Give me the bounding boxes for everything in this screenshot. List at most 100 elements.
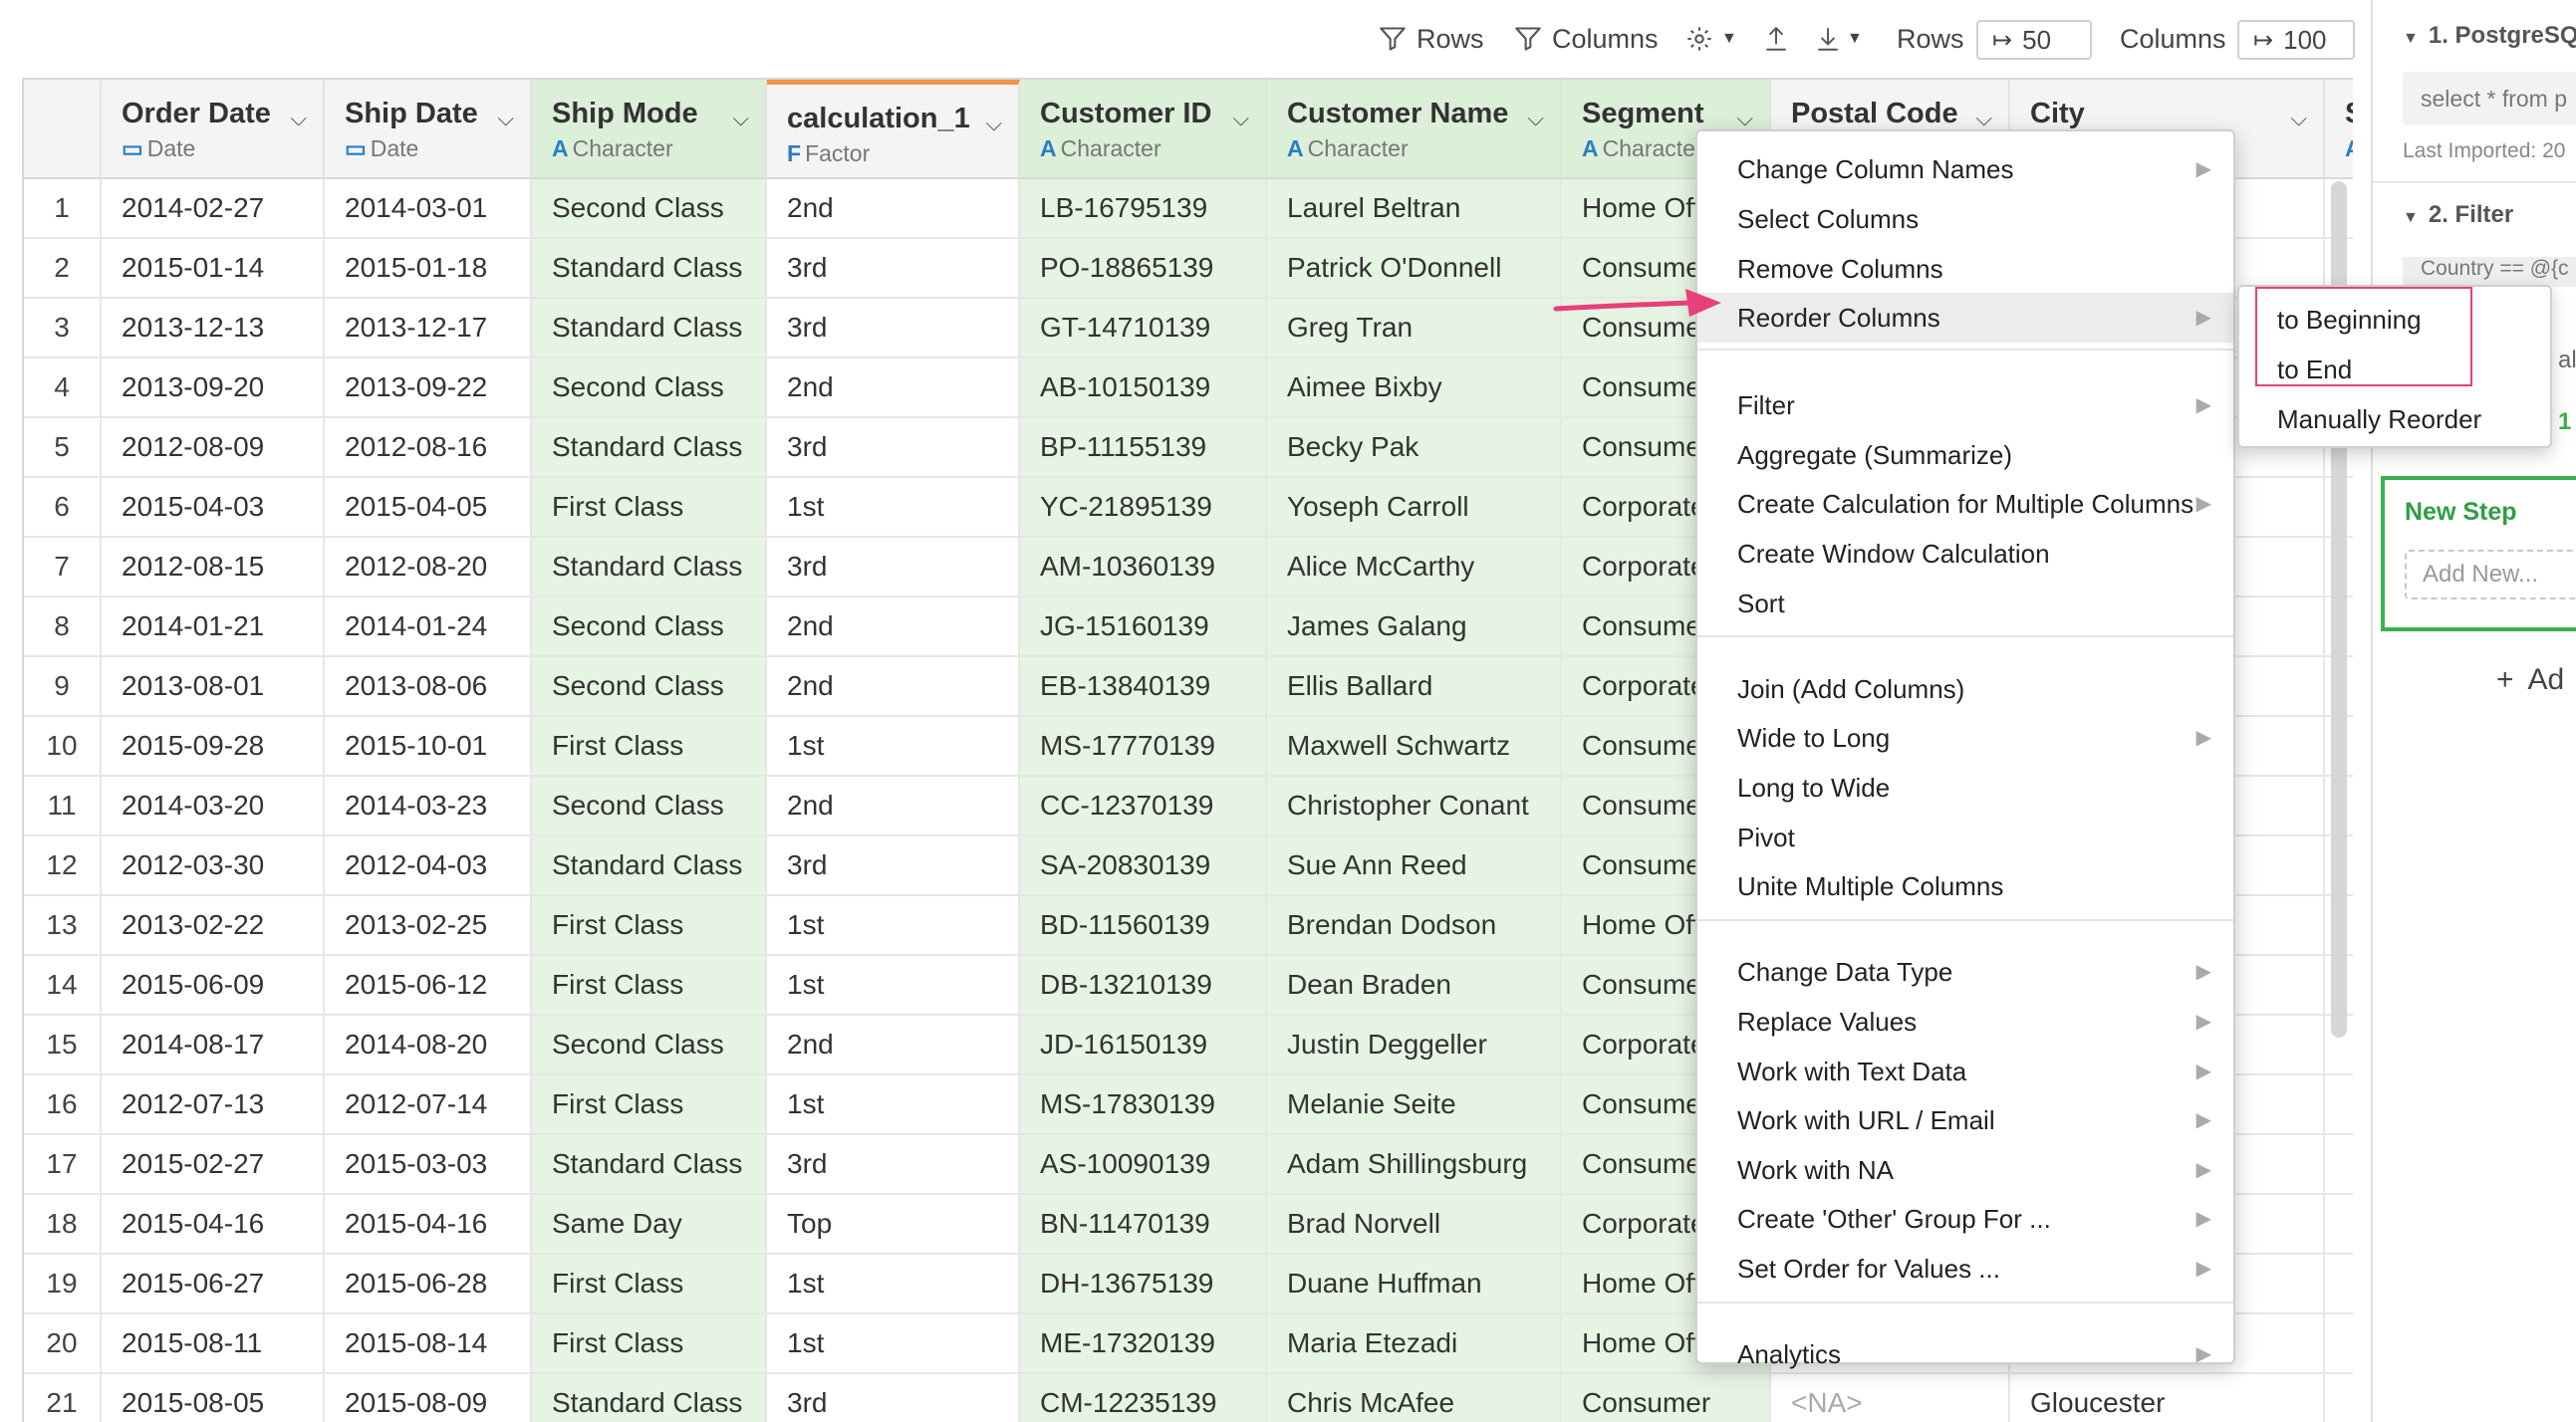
cell-ship-mode[interactable]: First Class xyxy=(532,1255,767,1314)
cell-calculation-1[interactable]: 2nd xyxy=(767,657,1020,717)
cell-customer-id[interactable]: JD-16150139 xyxy=(1020,1016,1267,1075)
add-step-button[interactable]: + Ad xyxy=(2496,663,2564,697)
cell-calculation-1[interactable]: 3rd xyxy=(767,538,1020,597)
column-header-customer-name[interactable]: Customer Name A Character ⌵ xyxy=(1267,80,1562,179)
cell-ship-mode[interactable]: First Class xyxy=(532,956,767,1016)
cell-customer-name[interactable]: Laurel Beltran xyxy=(1267,179,1562,239)
menu-item-work-with-url-email[interactable]: Work with URL / Email ▶ xyxy=(1697,1095,2233,1145)
cell-order-date[interactable]: 2012-03-30 xyxy=(102,836,325,896)
cell-postal-code[interactable]: <NA> xyxy=(1771,1374,2010,1422)
cell-order-date[interactable]: 2015-08-11 xyxy=(102,1314,325,1374)
chevron-down-icon[interactable]: ⌵ xyxy=(497,106,514,131)
cell-ship-mode[interactable]: First Class xyxy=(532,896,767,956)
cell-ship-mode[interactable]: Standard Class xyxy=(532,239,767,299)
cell-customer-id[interactable]: JG-15160139 xyxy=(1020,597,1267,657)
cell-calculation-1[interactable]: Top xyxy=(767,1195,1020,1255)
cell-order-date[interactable]: 2013-02-22 xyxy=(102,896,325,956)
menu-item-work-with-na[interactable]: Work with NA ▶ xyxy=(1697,1145,2233,1195)
cell-customer-id[interactable]: AB-10150139 xyxy=(1020,358,1267,418)
cell-ship-date[interactable]: 2012-04-03 xyxy=(325,836,532,896)
menu-item-work-with-text-data[interactable]: Work with Text Data ▶ xyxy=(1697,1047,2233,1096)
menu-item-create-window-calculation[interactable]: Create Window Calculation xyxy=(1697,529,2233,579)
chevron-down-icon[interactable]: ⌵ xyxy=(1736,106,1753,131)
cell-ship-mode[interactable]: Standard Class xyxy=(532,836,767,896)
cell-ship-mode[interactable]: First Class xyxy=(532,717,767,777)
cell-customer-id[interactable]: BD-11560139 xyxy=(1020,896,1267,956)
cell-state[interactable] xyxy=(2325,1374,2353,1422)
cell-order-date[interactable]: 2014-01-21 xyxy=(102,597,325,657)
cell-customer-id[interactable]: AM-10360139 xyxy=(1020,538,1267,597)
cell-calculation-1[interactable]: 2nd xyxy=(767,358,1020,418)
cell-customer-name[interactable]: Christopher Conant xyxy=(1267,777,1562,836)
cell-customer-name[interactable]: Yoseph Carroll xyxy=(1267,478,1562,538)
cell-customer-id[interactable]: BN-11470139 xyxy=(1020,1195,1267,1255)
cell-order-date[interactable]: 2015-02-27 xyxy=(102,1135,325,1195)
cell-customer-id[interactable]: YC-21895139 xyxy=(1020,478,1267,538)
cell-customer-id[interactable]: DH-13675139 xyxy=(1020,1255,1267,1314)
cell-ship-mode[interactable]: Standard Class xyxy=(532,1374,767,1422)
menu-item-unite-multiple-columns[interactable]: Unite Multiple Columns xyxy=(1697,861,2233,911)
cell-customer-id[interactable]: LB-16795139 xyxy=(1020,179,1267,239)
cell-ship-date[interactable]: 2015-03-03 xyxy=(325,1135,532,1195)
cell-customer-id[interactable]: GT-14710139 xyxy=(1020,299,1267,358)
column-header-state[interactable]: St A xyxy=(2325,80,2353,179)
cell-calculation-1[interactable]: 3rd xyxy=(767,299,1020,358)
cell-customer-name[interactable]: Brendan Dodson xyxy=(1267,896,1562,956)
cell-customer-id[interactable]: DB-13210139 xyxy=(1020,956,1267,1016)
cell-calculation-1[interactable]: 1st xyxy=(767,956,1020,1016)
menu-item-filter[interactable]: Filter ▶ xyxy=(1697,380,2233,430)
cell-calculation-1[interactable]: 3rd xyxy=(767,418,1020,478)
cell-order-date[interactable]: 2015-04-16 xyxy=(102,1195,325,1255)
step-2-detail[interactable]: Country == @{c xyxy=(2403,257,2576,287)
columns-filter-button[interactable]: Columns xyxy=(1514,0,1659,78)
cell-ship-mode[interactable]: Second Class xyxy=(532,1016,767,1075)
cell-ship-mode[interactable]: Standard Class xyxy=(532,1135,767,1195)
cell-order-date[interactable]: 2013-08-01 xyxy=(102,657,325,717)
cell-customer-id[interactable]: EB-13840139 xyxy=(1020,657,1267,717)
cell-ship-date[interactable]: 2015-04-05 xyxy=(325,478,532,538)
column-header-ship-mode[interactable]: Ship Mode A Character ⌵ xyxy=(532,80,767,179)
cell-ship-date[interactable]: 2013-09-22 xyxy=(325,358,532,418)
cell-state[interactable] xyxy=(2325,1075,2353,1135)
cell-customer-name[interactable]: Melanie Seite xyxy=(1267,1075,1562,1135)
menu-item-sort[interactable]: Sort xyxy=(1697,579,2233,628)
cell-calculation-1[interactable]: 1st xyxy=(767,1314,1020,1374)
chevron-down-icon[interactable]: ⌵ xyxy=(1975,106,1992,131)
cell-order-date[interactable]: 2013-12-13 xyxy=(102,299,325,358)
cell-ship-date[interactable]: 2014-03-23 xyxy=(325,777,532,836)
cell-calculation-1[interactable]: 1st xyxy=(767,478,1020,538)
cell-order-date[interactable]: 2012-07-13 xyxy=(102,1075,325,1135)
cell-customer-name[interactable]: Chris McAfee xyxy=(1267,1374,1562,1422)
rows-count-input[interactable]: ↦ 50 xyxy=(1976,20,2092,60)
cell-order-date[interactable]: 2015-09-28 xyxy=(102,717,325,777)
cell-customer-name[interactable]: Sue Ann Reed xyxy=(1267,836,1562,896)
columns-count-input[interactable]: ↦ 100 xyxy=(2237,20,2355,60)
upload-button[interactable] xyxy=(1763,0,1789,78)
cell-customer-id[interactable]: CC-12370139 xyxy=(1020,777,1267,836)
cell-city[interactable]: Gloucester xyxy=(2010,1374,2325,1422)
step-1-title[interactable]: ▼ 1. PostgreSQ xyxy=(2403,22,2576,50)
cell-calculation-1[interactable]: 3rd xyxy=(767,1135,1020,1195)
cell-customer-id[interactable]: SA-20830139 xyxy=(1020,836,1267,896)
menu-item-select-columns[interactable]: Select Columns xyxy=(1697,194,2233,244)
menu-item-pivot[interactable]: Pivot xyxy=(1697,813,2233,862)
cell-customer-name[interactable]: Patrick O'Donnell xyxy=(1267,239,1562,299)
cell-customer-name[interactable]: James Galang xyxy=(1267,597,1562,657)
menu-item-long-to-wide[interactable]: Long to Wide xyxy=(1697,763,2233,813)
cell-ship-mode[interactable]: Same Day xyxy=(532,1195,767,1255)
cell-ship-date[interactable]: 2014-03-01 xyxy=(325,179,532,239)
cell-calculation-1[interactable]: 2nd xyxy=(767,777,1020,836)
settings-dropdown-button[interactable]: ▼ xyxy=(1685,0,1737,78)
cell-customer-name[interactable]: Dean Braden xyxy=(1267,956,1562,1016)
cell-ship-date[interactable]: 2014-08-20 xyxy=(325,1016,532,1075)
cell-ship-date[interactable]: 2015-08-09 xyxy=(325,1374,532,1422)
menu-item-reorder-columns[interactable]: Reorder Columns ▶ xyxy=(1697,293,2233,344)
menu-item-set-order-for-values[interactable]: Set Order for Values ... ▶ xyxy=(1697,1244,2233,1294)
cell-ship-date[interactable]: 2012-08-20 xyxy=(325,538,532,597)
menu-item-wide-to-long[interactable]: Wide to Long ▶ xyxy=(1697,713,2233,763)
cell-ship-mode[interactable]: Second Class xyxy=(532,597,767,657)
rows-filter-button[interactable]: Rows xyxy=(1379,0,1484,78)
cell-calculation-1[interactable]: 2nd xyxy=(767,179,1020,239)
cell-ship-mode[interactable]: Standard Class xyxy=(532,299,767,358)
menu-item-remove-columns[interactable]: Remove Columns xyxy=(1697,244,2233,294)
